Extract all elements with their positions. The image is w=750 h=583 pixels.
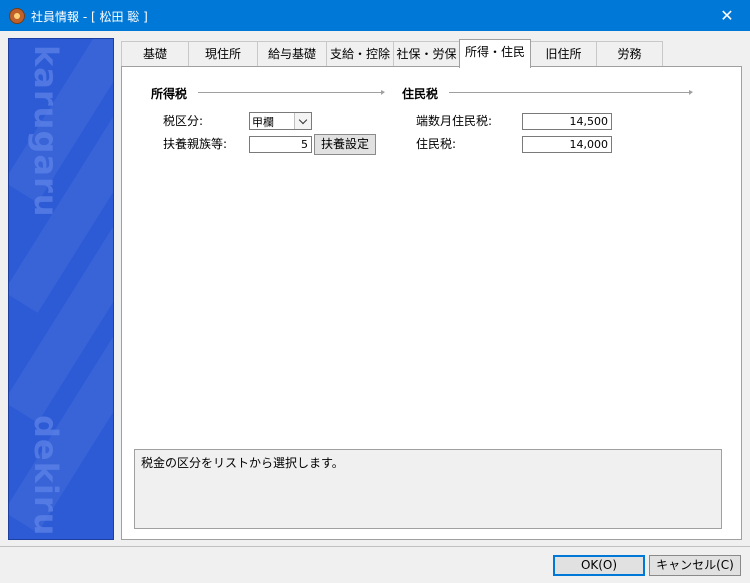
tax-class-label: 税区分: xyxy=(163,114,204,128)
resident-tax-heading: 住民税 xyxy=(402,87,439,101)
income-tax-heading: 所得税 xyxy=(151,87,188,101)
income-tax-divider xyxy=(198,90,385,95)
tax-class-select[interactable]: 甲欄 xyxy=(249,112,312,130)
tab-genjusho[interactable]: 現住所 xyxy=(188,41,258,67)
sidebar-word-dekiru: dekiru xyxy=(27,415,65,537)
cancel-button[interactable]: キャンセル(C) xyxy=(649,555,741,576)
footer-divider xyxy=(0,546,750,547)
dependents-field[interactable]: 5 xyxy=(249,136,312,153)
fraction-month-tax-field[interactable]: 14,500 xyxy=(522,113,612,130)
tab-kiso[interactable]: 基礎 xyxy=(121,41,189,67)
close-icon[interactable]: ✕ xyxy=(704,0,750,31)
tax-class-value: 甲欄 xyxy=(252,116,274,129)
ok-button[interactable]: OK(O) xyxy=(553,555,645,576)
fraction-month-tax-label: 端数月住民税: xyxy=(416,114,493,128)
window-title: 社員情報 - [ 松田 聡 ] xyxy=(31,10,148,24)
sidebar-word-karugaru: karugaru xyxy=(27,45,65,218)
resident-tax-field[interactable]: 14,000 xyxy=(522,136,612,153)
dependents-settings-button[interactable]: 扶養設定 xyxy=(314,134,376,155)
resident-tax-label: 住民税: xyxy=(416,137,457,151)
sidebar-banner: karugaru dekiru xyxy=(8,38,114,540)
tab-shaho-roho[interactable]: 社保・労保 xyxy=(393,41,460,67)
tab-romu[interactable]: 労務 xyxy=(596,41,663,67)
chevron-down-icon[interactable] xyxy=(294,113,311,129)
resident-tax-divider xyxy=(449,90,693,95)
tab-kyuyo-kiso[interactable]: 給与基礎 xyxy=(257,41,327,67)
tab-kyujusho[interactable]: 旧住所 xyxy=(530,41,597,67)
help-message-text: 税金の区分をリストから選択します。 xyxy=(141,456,344,470)
dependents-label: 扶養親族等: xyxy=(163,137,228,151)
tab-shotoku-jumin[interactable]: 所得・住民 xyxy=(459,39,531,68)
tab-shikyu-kojo[interactable]: 支給・控除 xyxy=(326,41,394,67)
title-bar: 社員情報 - [ 松田 聡 ] ✕ xyxy=(0,0,750,31)
help-message-box: 税金の区分をリストから選択します。 xyxy=(134,449,722,529)
app-logo-icon xyxy=(9,8,25,24)
